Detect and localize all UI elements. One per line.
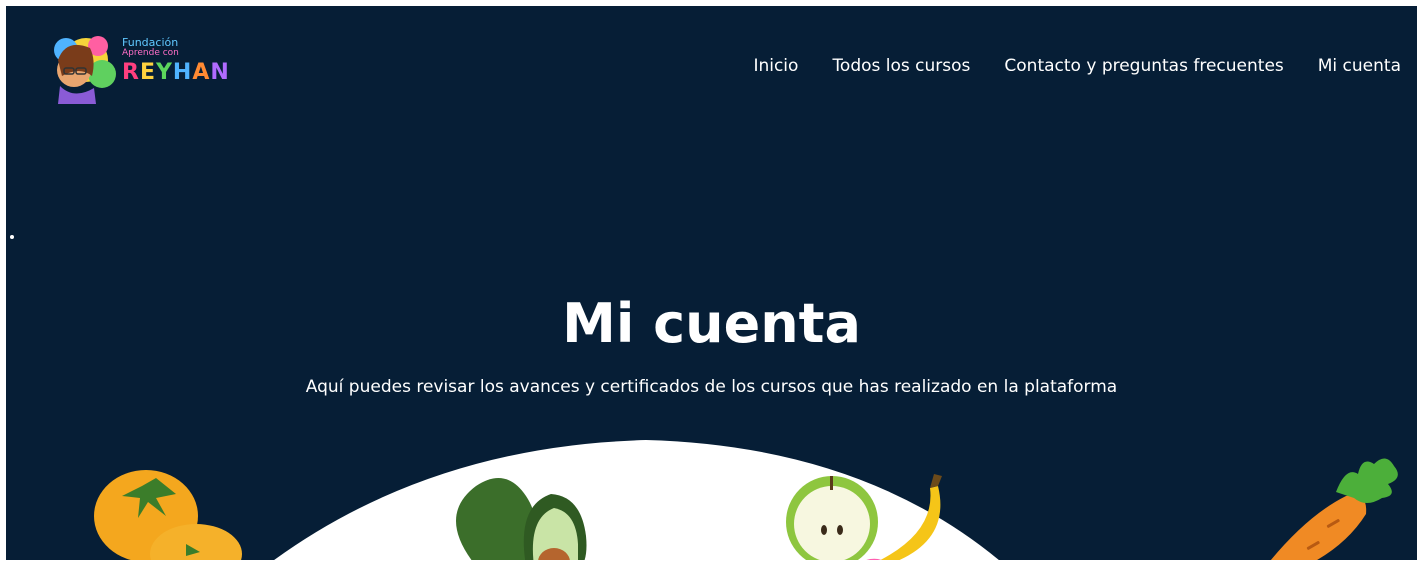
- brand-logo[interactable]: Fundación Aprende con REYHAN: [36, 30, 236, 110]
- nav-item-contacto[interactable]: Contacto y preguntas frecuentes: [1004, 56, 1283, 76]
- page-title: Mi cuenta: [562, 292, 861, 355]
- white-hill-shape: [274, 440, 999, 560]
- nav-item-mi-cuenta[interactable]: Mi cuenta: [1318, 56, 1401, 76]
- brand-letter: H: [172, 60, 193, 85]
- decorative-dot: [10, 235, 14, 239]
- page-subtitle: Aquí puedes revisar los avances y certif…: [305, 377, 1118, 397]
- brand-letter: R: [122, 60, 140, 85]
- nav-item-todos-los-cursos[interactable]: Todos los cursos: [832, 56, 970, 76]
- brand-letter: N: [210, 60, 230, 85]
- brand-wordmark: Fundación Aprende con REYHAN: [122, 36, 230, 85]
- brand-name: REYHAN: [122, 60, 230, 85]
- hero-illustration: [94, 440, 1398, 560]
- brand-letter: A: [192, 60, 211, 85]
- main-nav: Inicio Todos los cursos Contacto y pregu…: [753, 56, 1401, 76]
- oranges-icon: [94, 470, 242, 560]
- nav-item-inicio[interactable]: Inicio: [753, 56, 798, 76]
- brand-letter: Y: [155, 60, 173, 85]
- brand-line2: Aprende con: [122, 48, 179, 58]
- brand-line1: Fundación: [122, 36, 179, 49]
- page-frame: Fundación Aprende con REYHAN Inicio Todo…: [6, 6, 1417, 560]
- brand-letter: E: [139, 60, 156, 85]
- logo-mascot-icon: [54, 36, 116, 104]
- carrot-icon: [1270, 458, 1398, 560]
